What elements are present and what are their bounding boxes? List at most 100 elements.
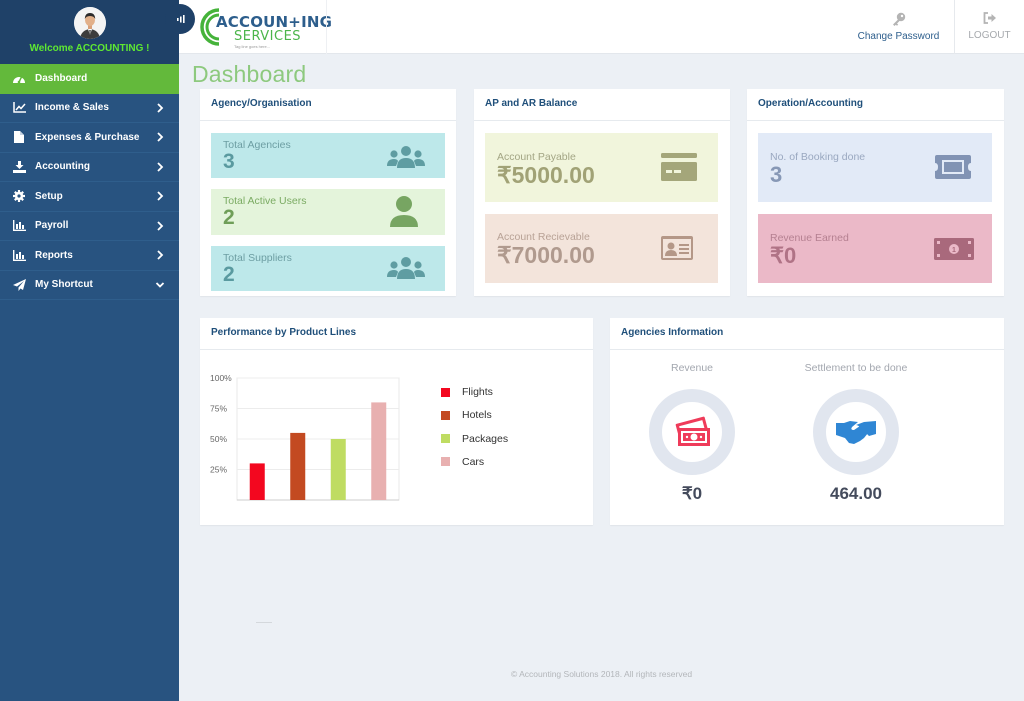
total-agencies-tile[interactable]: Total Agencies 3 [211,133,445,178]
logo-text-line2: SERVICES [234,29,302,44]
legend-label: Cars [462,455,485,468]
bar-packages [330,439,346,500]
agencies-information-card: Agencies Information Revenue ₹0 Settleme… [610,318,1004,525]
ticket-icon [935,155,971,179]
page-title: Dashboard [192,61,307,87]
logo-tagline: Tag line goes here... [234,44,271,49]
logout-label: LOGOUT [968,30,1011,41]
sidebar-item-income-sales[interactable]: Income & Sales [0,94,179,123]
sidebar-toggle-button[interactable] [165,4,195,34]
legend-label: Packages [462,432,509,445]
ap-ar-balance-card: AP and AR Balance Account Payable ₹5000.… [474,89,730,296]
chevron-right-icon [157,250,164,260]
bar-chart-icon [12,249,26,261]
performance-bar-chart: 25% 50% 75% 100% [210,373,400,501]
settlement-value: 464.00 [830,484,882,503]
menu-toggle-icon [177,15,185,23]
key-icon [892,12,905,26]
account-payable-tile[interactable]: Account Payable ₹5000.00 [485,133,718,202]
change-password-label: Change Password [857,31,940,42]
header-divider [326,0,327,54]
logout-icon [983,12,996,24]
legend-item-hotels: Hotels [441,409,492,421]
revenue-label: Revenue [670,362,714,374]
sidebar-item-label: Dashboard [35,72,88,84]
y-tick-label: 50% [210,434,227,444]
bookings-done-tile[interactable]: No. of Booking done 3 [758,133,992,202]
sidebar-item-reports[interactable]: Reports [0,241,179,271]
chevron-right-icon [157,220,164,231]
chevron-right-icon [157,132,164,142]
legend-label: Flights [462,386,493,398]
handshake-icon [836,421,876,444]
legend-item-cars: Cars [441,456,484,468]
sidebar-item-label: Reports [35,249,73,261]
welcome-text: Welcome ACCOUNTING ! [29,43,150,54]
file-icon [12,131,26,144]
card-title: Agency/Organisation [200,89,456,121]
users-icon [387,257,425,279]
chevron-right-icon [157,102,164,113]
revenue-earned-tile[interactable]: Revenue Earned ₹0 1 [758,214,992,283]
logo[interactable]: ACCOUN+ING SERVICES Tag line goes here..… [197,4,332,50]
id-card-icon [661,236,693,260]
sidebar-item-label: Accounting [35,161,90,173]
change-password-button[interactable]: Change Password [851,0,946,54]
total-active-users-tile[interactable]: Total Active Users 2 [211,189,445,235]
sidebar-item-label: Expenses & Purchase [35,131,140,143]
card-title: Agencies Information [610,318,1004,350]
avatar [74,7,106,39]
paper-plane-icon [12,278,26,291]
money-bill-icon: 1 [934,238,974,260]
revenue-ring [649,389,735,475]
sidebar-item-my-shortcut[interactable]: My Shortcut [0,271,179,300]
card-title: Performance by Product Lines [200,318,593,350]
legend-item-flights: Flights [441,386,493,398]
total-suppliers-tile[interactable]: Total Suppliers 2 [211,246,445,291]
y-tick-label: 25% [210,465,227,475]
svg-text:1: 1 [952,247,956,254]
divider [256,622,272,623]
legend-label: Hotels [462,409,492,422]
settlement-stat: Settlement to be done 464.00 [796,362,916,504]
user-icon [390,196,418,227]
card-title: AP and AR Balance [474,89,730,121]
top-header: ACCOUN+ING SERVICES Tag line goes here..… [179,0,1024,54]
legend-item-packages: Packages [441,433,508,445]
users-icon [387,146,425,168]
chevron-right-icon [157,191,164,201]
download-icon [12,160,26,173]
user-panel: Welcome ACCOUNTING ! [0,0,179,64]
bar-chart-icon [12,220,26,232]
logout-button[interactable]: LOGOUT [955,0,1024,54]
sidebar: Welcome ACCOUNTING ! Dashboard Income & … [0,0,179,701]
legend-swatch [441,457,450,467]
legend-swatch [441,434,450,444]
chevron-down-icon [155,281,165,288]
y-tick-label: 75% [210,404,227,414]
sidebar-item-payroll[interactable]: Payroll [0,212,179,241]
y-tick-label: 100% [210,373,232,383]
money-icon [675,416,710,446]
card-title: Operation/Accounting [747,89,1004,121]
sidebar-item-label: My Shortcut [35,279,93,291]
sidebar-item-label: Payroll [35,220,69,232]
sidebar-item-label: Setup [35,190,63,202]
settlement-label: Settlement to be done [804,362,908,374]
revenue-stat: Revenue ₹0 [642,362,742,504]
bar-cars [371,402,387,500]
agency-card: Agency/Organisation Total Agencies 3 Tot… [200,89,456,296]
sidebar-item-dashboard[interactable]: Dashboard [0,64,179,94]
sidebar-item-expenses-purchase[interactable]: Expenses & Purchase [0,123,179,153]
credit-card-icon [661,153,697,181]
chevron-right-icon [157,161,164,172]
sidebar-item-setup[interactable]: Setup [0,182,179,212]
legend-swatch [441,387,450,397]
bar-hotels [290,432,306,500]
sidebar-item-accounting[interactable]: Accounting [0,153,179,182]
sidebar-item-label: Income & Sales [35,102,109,114]
footer-copyright: © Accounting Solutions 2018. All rights … [510,669,693,679]
revenue-value: ₹0 [681,484,703,503]
account-receivable-tile[interactable]: Account Recievable ₹7000.00 [485,214,718,283]
gear-icon [12,190,26,203]
